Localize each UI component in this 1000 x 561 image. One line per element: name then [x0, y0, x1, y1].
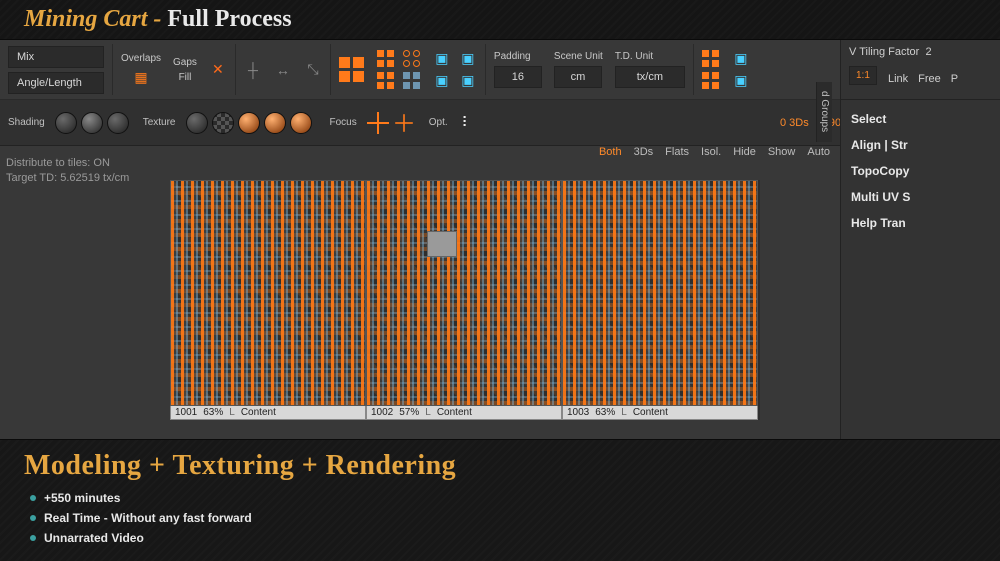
mode-both[interactable]: Both — [599, 146, 622, 158]
transform-icon-2[interactable]: ↔ — [274, 61, 292, 79]
grid-icon-2b[interactable] — [377, 72, 395, 90]
udim-label-1003: 100363%LContent — [562, 406, 758, 420]
cyan-box-icon-5[interactable]: ▣ — [732, 50, 750, 68]
overlaps-icon[interactable]: ▦ — [132, 68, 150, 86]
bottom-banner: Modeling + Texturing + Rendering +550 mi… — [0, 439, 1000, 561]
td-unit-label: T.D. Unit — [615, 51, 653, 62]
mode-flats[interactable]: Flats — [665, 146, 689, 158]
grid-icon-3b[interactable] — [702, 72, 720, 90]
texture-sphere-checker[interactable] — [212, 112, 234, 134]
cyan-box-icon-6[interactable]: ▣ — [732, 72, 750, 90]
focus-crosshair-2[interactable] — [395, 114, 413, 132]
title-accent: Mining Cart — [24, 6, 147, 33]
cyan-box-icon-2[interactable]: ▣ — [459, 50, 477, 68]
bullet-3: Unnarrated Video — [44, 528, 976, 548]
vtiling-label: V Tiling Factor 2 — [849, 46, 992, 58]
grid-icon-2c[interactable] — [403, 72, 421, 90]
texture-sphere-3[interactable] — [264, 112, 286, 134]
uv-viewport[interactable]: 100163%LContent100257%LContent100363%LCo… — [170, 180, 760, 420]
shading-sphere-2[interactable] — [81, 112, 103, 134]
ratio-chip[interactable]: 1:1 — [849, 66, 877, 85]
title-dash: - — [147, 6, 167, 33]
right-menu: Select Align | Str TopoCopy Multi UV S H… — [841, 100, 1000, 242]
gaps-label: Gaps — [173, 57, 197, 68]
bottom-headline: Modeling + Texturing + Rendering — [24, 450, 976, 482]
shading-sphere-3[interactable] — [107, 112, 129, 134]
stat-3ds: 0 3Ds — [780, 117, 809, 129]
shading-label: Shading — [8, 117, 45, 128]
grid-icon-2a[interactable] — [377, 50, 395, 68]
opt-label: Opt. — [429, 117, 448, 128]
mode-show[interactable]: Show — [768, 146, 796, 158]
cyan-box-icon-3[interactable]: ▣ — [433, 72, 451, 90]
bottom-bullets: +550 minutes Real Time - Without any fas… — [24, 488, 976, 548]
p-btn[interactable]: P — [951, 73, 958, 85]
mode-auto[interactable]: Auto — [807, 146, 830, 158]
link-btn[interactable]: Link — [888, 73, 908, 85]
udim-tile-1002[interactable] — [366, 180, 562, 406]
viewport-overlay-text: Distribute to tiles: ON Target TD: 5.625… — [6, 156, 129, 186]
udim-label-1001: 100163%LContent — [170, 406, 366, 420]
mode-3ds[interactable]: 3Ds — [634, 146, 654, 158]
padding-label: Padding — [494, 51, 531, 62]
mode-isol[interactable]: Isol. — [701, 146, 721, 158]
udim-label-1002: 100257%LContent — [366, 406, 562, 420]
overlaps-label: Overlaps — [121, 53, 161, 64]
cyan-box-icon-4[interactable]: ▣ — [459, 72, 477, 90]
side-tab-groups[interactable]: d Groups — [816, 82, 832, 142]
right-panel: V Tiling Factor 2 1:1 Link Free P Select… — [840, 40, 1000, 439]
title-rest: Full Process — [167, 6, 291, 33]
circle-grid-icon[interactable] — [403, 50, 421, 68]
scene-unit-label: Scene Unit — [554, 51, 603, 62]
menu-align[interactable]: Align | Str — [841, 132, 1000, 158]
transform-icon-1[interactable]: ┼ — [244, 61, 262, 79]
grid-icon-1[interactable] — [339, 57, 365, 83]
opt-icon[interactable]: ⠇ — [458, 114, 476, 132]
cyan-box-icon-1[interactable]: ▣ — [433, 50, 451, 68]
texture-sphere-1[interactable] — [186, 112, 208, 134]
transform-icon-3[interactable]: ⤡ — [304, 61, 322, 79]
menu-multiuv[interactable]: Multi UV S — [841, 184, 1000, 210]
bullet-1: +550 minutes — [44, 488, 976, 508]
menu-topocopy[interactable]: TopoCopy — [841, 158, 1000, 184]
vtiling-value[interactable]: 2 — [925, 46, 931, 58]
scene-unit-dropdown[interactable]: cm — [554, 66, 602, 88]
angle-length-dropdown[interactable]: Angle/Length — [8, 72, 104, 94]
fill-label[interactable]: Fill — [179, 72, 192, 83]
texture-sphere-2[interactable] — [238, 112, 260, 134]
padding-input[interactable]: 16 — [494, 66, 542, 88]
td-unit-dropdown[interactable]: tx/cm — [615, 66, 685, 88]
title-banner: Mining Cart - Full Process — [0, 0, 1000, 40]
focus-label: Focus — [330, 117, 357, 128]
shading-sphere-1[interactable] — [55, 112, 77, 134]
grid-icon-3a[interactable] — [702, 50, 720, 68]
overlay-line-1: Distribute to tiles: ON — [6, 156, 129, 171]
texture-label: Texture — [143, 117, 176, 128]
udim-tile-1003[interactable] — [562, 180, 758, 406]
mix-dropdown[interactable]: Mix — [8, 46, 104, 68]
focus-crosshair-1[interactable] — [367, 112, 389, 134]
texture-sphere-4[interactable] — [290, 112, 312, 134]
udim-tile-1001[interactable] — [170, 180, 366, 406]
view-mode-row: Both 3Ds Flats Isol. Hide Show Auto — [599, 146, 830, 158]
overlay-line-2: Target TD: 5.62519 tx/cm — [6, 171, 129, 186]
mode-hide[interactable]: Hide — [733, 146, 756, 158]
menu-select[interactable]: Select — [841, 106, 1000, 132]
free-btn[interactable]: Free — [918, 73, 941, 85]
menu-helptran[interactable]: Help Tran — [841, 210, 1000, 236]
bullet-2: Real Time - Without any fast forward — [44, 508, 976, 528]
x-icon[interactable]: ✕ — [209, 61, 227, 79]
